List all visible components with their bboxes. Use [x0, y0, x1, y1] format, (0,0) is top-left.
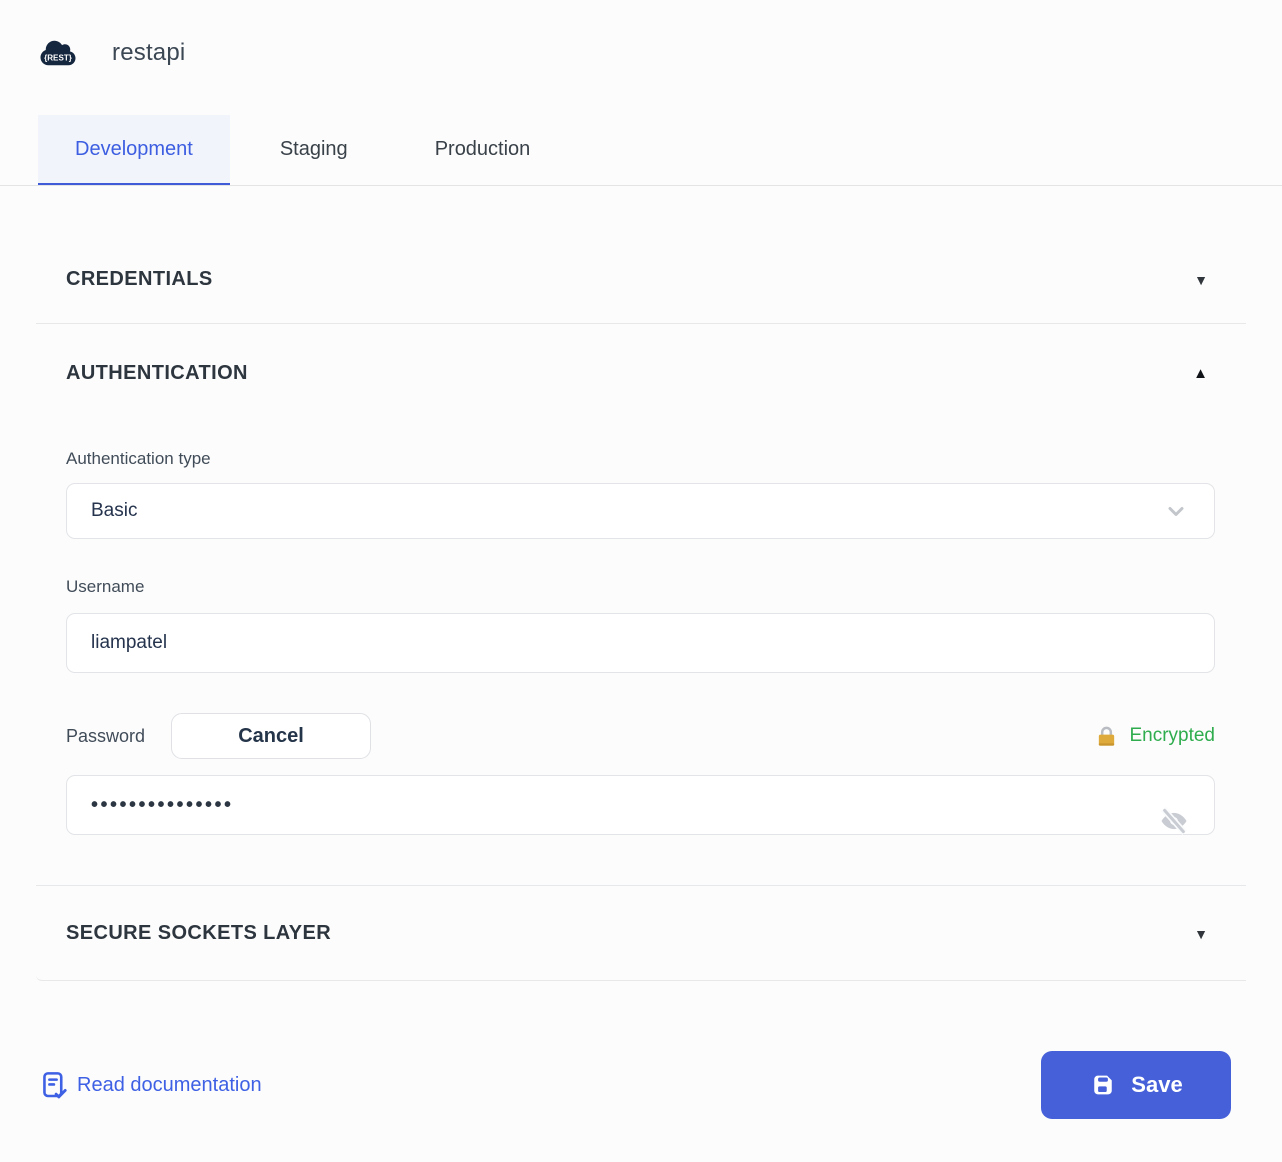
tab-development[interactable]: Development: [38, 115, 230, 185]
cancel-button[interactable]: Cancel: [171, 713, 371, 759]
eye-slash-icon: [1157, 806, 1191, 836]
collapse-caret-icon[interactable]: ▼: [1194, 927, 1208, 941]
config-form: CREDENTIALS ▼ AUTHENTICATION ▲ Authentic…: [0, 186, 1282, 981]
section-ssl-title: SECURE SOCKETS LAYER: [66, 922, 331, 945]
encrypted-label: Encrypted: [1129, 725, 1215, 747]
password-label: Password: [66, 726, 145, 747]
auth-type-label: Authentication type: [66, 449, 1215, 469]
save-button-label: Save: [1131, 1072, 1182, 1098]
section-ssl: SECURE SOCKETS LAYER ▼: [36, 886, 1246, 981]
environment-tab-bar: Development Staging Production: [0, 115, 1282, 186]
read-documentation-label: Read documentation: [77, 1074, 262, 1097]
chevron-down-icon: [1164, 499, 1188, 523]
tab-staging[interactable]: Staging: [243, 115, 385, 185]
section-authentication-header[interactable]: AUTHENTICATION ▲: [36, 362, 1246, 385]
logo-text: {REST}: [44, 54, 73, 63]
tab-production[interactable]: Production: [398, 115, 568, 185]
section-authentication: AUTHENTICATION ▲ Authentication type Bas…: [36, 324, 1246, 886]
toggle-password-visibility-button[interactable]: [1157, 806, 1191, 836]
encrypted-badge: Encrypted: [1095, 725, 1215, 748]
expand-caret-icon[interactable]: ▲: [1193, 366, 1208, 381]
restapi-logo-icon: {REST}: [40, 39, 76, 67]
save-button[interactable]: Save: [1041, 1051, 1231, 1119]
section-credentials: CREDENTIALS ▼: [36, 186, 1246, 324]
read-documentation-link[interactable]: Read documentation: [42, 1071, 262, 1099]
lock-icon: [1095, 725, 1118, 748]
page-title: restapi: [112, 39, 185, 67]
action-bar: Read documentation Save: [0, 1051, 1282, 1119]
save-icon: [1089, 1071, 1117, 1099]
username-input[interactable]: [66, 613, 1215, 673]
auth-type-select[interactable]: Basic: [66, 483, 1215, 539]
auth-type-selected-value: Basic: [91, 500, 137, 522]
section-ssl-header[interactable]: SECURE SOCKETS LAYER ▼: [36, 922, 1246, 945]
username-label: Username: [66, 577, 1215, 597]
app-header: {REST} restapi: [0, 0, 1282, 70]
section-credentials-header[interactable]: CREDENTIALS ▼: [36, 268, 1246, 291]
documentation-icon: [42, 1071, 68, 1099]
password-input[interactable]: [66, 775, 1215, 835]
password-row: Password Cancel Encrypted: [66, 713, 1215, 759]
section-credentials-title: CREDENTIALS: [66, 268, 213, 291]
section-authentication-title: AUTHENTICATION: [66, 362, 248, 385]
password-field-wrap: [36, 775, 1246, 835]
collapse-caret-icon[interactable]: ▼: [1194, 273, 1208, 287]
